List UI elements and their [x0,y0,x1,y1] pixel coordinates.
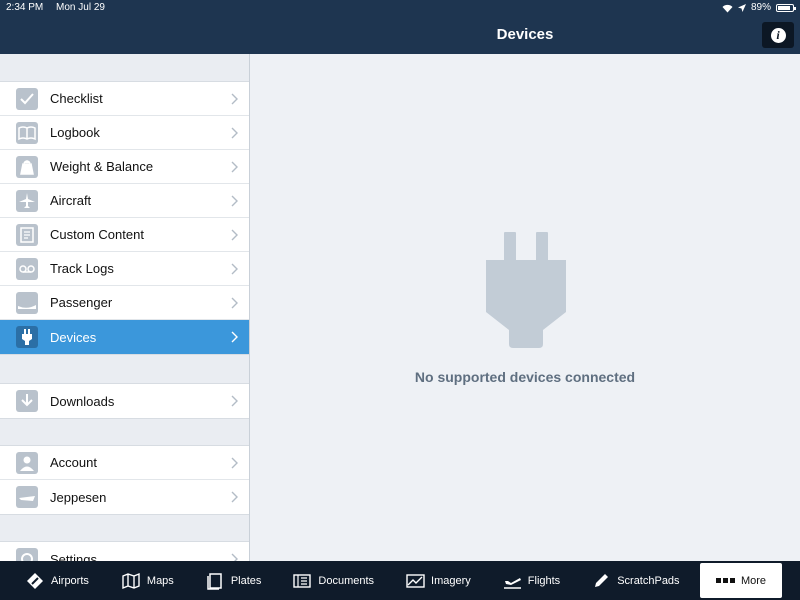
tab-label: Flights [527,574,561,587]
chevron-right-icon [231,93,238,105]
sidebar-item-custom-content[interactable]: Custom Content [0,218,249,252]
sidebar-item-label: Aircraft [50,193,92,208]
chevron-right-icon [231,395,238,407]
sidebar-item-label: Weight & Balance [50,159,154,174]
chevron-right-icon [231,161,238,173]
chevron-right-icon [231,491,238,503]
tab-label: Documents [318,574,375,587]
sidebar-group-account: Account Jeppesen [0,445,249,515]
chevron-right-icon [231,127,238,139]
chevron-right-icon [231,331,238,343]
top-bar: 2:34 PM Mon Jul 29 89% Devices i [0,0,800,54]
info-icon: i [770,27,786,43]
sidebar-item-label: Track Logs [50,261,114,276]
sidebar-item-label: Account [50,455,97,470]
tab-label: Imagery [431,574,471,587]
tab-bar: Airports Maps Plates Documents Imagery Flight… [0,561,800,600]
gear-icon [16,548,38,561]
airplane-icon [16,189,38,212]
plug-icon [16,326,38,348]
pencil-icon [592,572,611,590]
battery-icon [776,4,796,12]
tab-label: Maps [146,574,174,587]
document-icon [16,223,38,246]
imagery-icon [406,572,425,590]
sidebar-item-label: Devices [50,329,97,345]
tab-more[interactable]: More [700,563,782,598]
tab-scratchpads[interactable]: ScratchPads [592,561,680,600]
page-title: Devices [496,26,554,43]
chevron-right-icon [231,553,238,561]
status-bar: 2:34 PM Mon Jul 29 89% [0,0,800,16]
chevron-right-icon [231,457,238,469]
sidebar-group-settings: Settings [0,541,249,562]
tab-label: More [740,574,767,587]
sidebar-item-jeppesen[interactable]: Jeppesen [0,480,249,514]
sidebar-item-passenger[interactable]: Passenger [0,286,249,320]
chevron-right-icon [231,195,238,207]
more-icon [715,578,735,583]
tab-flights[interactable]: Flights [503,561,560,600]
tab-label: Plates [230,574,262,587]
tab-maps[interactable]: Maps [122,561,174,600]
sidebar-item-label: Jeppesen [50,489,107,505]
sidebar-item-label: Downloads [50,393,115,409]
tab-label: Airports [51,574,89,587]
location-arrow-icon [737,4,746,12]
sidebar-item-label: Custom Content [50,227,144,242]
status-date: Mon Jul 29 [56,2,105,13]
tab-airports[interactable]: Airports [26,561,89,600]
tab-imagery[interactable]: Imagery [406,561,471,600]
status-time: 2:34 PM [6,2,44,13]
sidebar-group-downloads: Downloads [0,383,249,419]
map-icon [122,572,141,590]
passenger-icon [16,291,38,314]
person-icon [16,451,38,474]
sidebar-item-logbook[interactable]: Logbook [0,116,249,150]
tab-documents[interactable]: Documents [293,561,374,600]
info-button[interactable]: i [762,22,794,48]
airports-icon [26,572,45,590]
sidebar-item-weight-balance[interactable]: Weight & Balance [0,150,249,184]
chevron-right-icon [231,297,238,309]
weight-icon [16,155,38,178]
sidebar-item-label: Checklist [50,91,103,106]
checkmark-icon [16,87,38,110]
sidebar-item-settings[interactable]: Settings [0,542,249,562]
jeppesen-icon [16,486,38,508]
track-logs-icon [16,257,38,280]
sidebar-item-label: Passenger [50,295,113,310]
sidebar-item-label: Logbook [50,125,100,140]
battery-percent: 89% [750,2,771,13]
flights-icon [503,572,522,590]
devices-panel: No supported devices connected [250,54,800,561]
book-icon [16,121,38,144]
chevron-right-icon [231,229,238,241]
sidebar-item-devices[interactable]: Devices [0,320,249,354]
sidebar-group-main: Checklist Logbook Weight & Balance Aircraft… [0,81,249,355]
sidebar-item-downloads[interactable]: Downloads [0,384,249,418]
tab-plates[interactable]: Plates [206,561,262,600]
documents-icon [293,572,312,590]
plug-icon [486,232,566,348]
sidebar-item-checklist[interactable]: Checklist [0,82,249,116]
sidebar-item-label: Settings [50,551,97,562]
empty-state-message: No supported devices connected [414,369,636,385]
sidebar-item-track-logs[interactable]: Track Logs [0,252,249,286]
chevron-right-icon [231,263,238,275]
plates-icon [206,572,225,590]
wifi-icon [722,4,733,12]
download-icon [16,390,38,412]
tab-label: ScratchPads [617,574,680,587]
sidebar-item-account[interactable]: Account [0,446,249,480]
sidebar: Checklist Logbook Weight & Balance Aircraft… [0,54,250,561]
sidebar-item-aircraft[interactable]: Aircraft [0,184,249,218]
